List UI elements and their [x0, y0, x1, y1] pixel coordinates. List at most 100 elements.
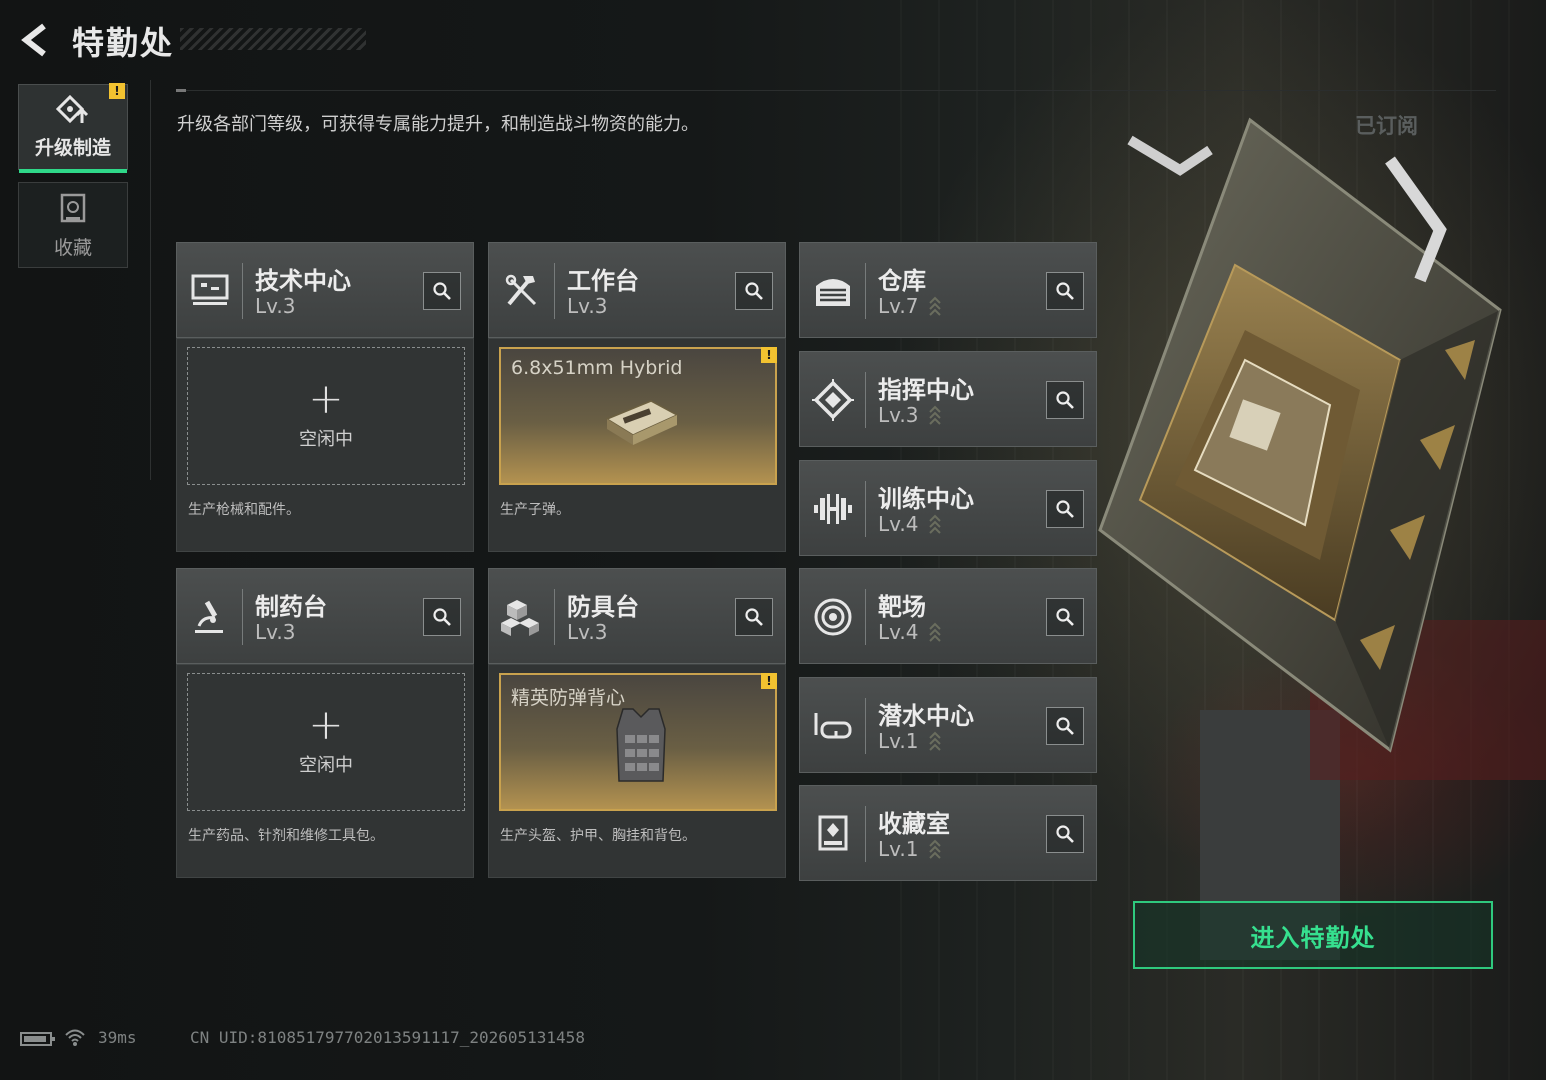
- sidebar-item-collection[interactable]: 收藏: [18, 182, 128, 268]
- separator: [865, 589, 866, 645]
- warning-badge: !: [761, 347, 777, 363]
- dept-name: 技术中心: [255, 267, 351, 295]
- separator: [242, 589, 243, 645]
- upgrade-available-icon: [929, 839, 941, 859]
- collection-icon: [60, 193, 86, 222]
- slot-workbench: 6.8x51mm Hybrid ! 生产子弹。: [488, 338, 786, 552]
- title-decoration: [180, 28, 366, 50]
- dept-shooting-range[interactable]: 靶场 Lv.4: [799, 568, 1097, 664]
- warning-badge: !: [109, 83, 125, 99]
- dept-warehouse[interactable]: 仓库 Lv.7: [799, 242, 1097, 338]
- search-icon: [745, 282, 763, 300]
- upgrade-available-icon: [929, 622, 941, 642]
- search-button[interactable]: [1046, 815, 1084, 853]
- dept-level: Lv.4: [878, 620, 919, 644]
- search-button[interactable]: [1046, 272, 1084, 310]
- search-button[interactable]: [1046, 381, 1084, 419]
- search-icon: [1056, 608, 1074, 626]
- dept-diving-center[interactable]: 潜水中心 Lv.1: [799, 677, 1097, 773]
- plus-icon: +: [308, 374, 344, 423]
- user-uid: CN UID:810851797702013591117_20260513145…: [190, 1028, 585, 1047]
- chip-icon: [812, 379, 854, 421]
- upgrade-available-icon: [929, 405, 941, 425]
- tools-icon: [505, 274, 537, 306]
- dept-name: 潜水中心: [878, 702, 974, 730]
- ammo-box-icon: [605, 400, 679, 445]
- search-button[interactable]: [423, 598, 461, 636]
- diving-mask-icon: [814, 713, 852, 739]
- dept-level: Lv.1: [878, 729, 919, 753]
- dept-armor[interactable]: 防具台 Lv.3: [488, 568, 786, 664]
- separator: [865, 806, 866, 862]
- search-button[interactable]: [423, 272, 461, 310]
- dept-command-center[interactable]: 指挥中心 Lv.3: [799, 351, 1097, 447]
- warning-badge: !: [761, 673, 777, 689]
- separator: [554, 589, 555, 645]
- dept-name: 仓库: [878, 267, 926, 295]
- idle-label: 空闲中: [299, 429, 353, 450]
- search-icon: [433, 608, 451, 626]
- production-item-card[interactable]: 精英防弹背心 !: [499, 673, 777, 811]
- enter-button-label: 进入特勤处: [1250, 923, 1376, 952]
- separator: [865, 263, 866, 319]
- monitor-icon: [191, 274, 229, 305]
- search-button[interactable]: [735, 598, 773, 636]
- dept-collection-room[interactable]: 收藏室 Lv.1: [799, 785, 1097, 881]
- collection-icon: [818, 815, 848, 851]
- idle-slot-button[interactable]: + 空闲中: [187, 347, 465, 485]
- dept-tech-center[interactable]: 技术中心 Lv.3: [176, 242, 474, 338]
- search-icon: [1056, 717, 1074, 735]
- dept-workbench[interactable]: 工作台 Lv.3: [488, 242, 786, 338]
- search-icon: [1056, 391, 1074, 409]
- search-icon: [745, 608, 763, 626]
- dept-level: Lv.1: [878, 837, 919, 861]
- ping-readout: 39ms: [98, 1028, 137, 1047]
- item-name: 6.8x51mm Hybrid: [511, 357, 683, 379]
- dept-name: 靶场: [878, 593, 926, 621]
- dept-name: 防具台: [567, 593, 639, 621]
- dept-level: Lv.3: [567, 294, 608, 318]
- sidebar-item-upgrade-craft[interactable]: ! 升级制造: [18, 83, 128, 173]
- back-arrow-icon[interactable]: [18, 22, 54, 58]
- search-button[interactable]: [1046, 490, 1084, 528]
- search-button[interactable]: [1046, 598, 1084, 636]
- target-icon: [814, 598, 852, 636]
- separator: [865, 372, 866, 428]
- subscribed-label: 已订阅: [1355, 114, 1418, 138]
- dept-level: Lv.3: [255, 620, 296, 644]
- dept-pharmacy[interactable]: 制药台 Lv.3: [176, 568, 474, 664]
- dept-name: 工作台: [567, 267, 639, 295]
- enter-special-ops-button[interactable]: 进入特勤处: [1133, 901, 1493, 969]
- sidebar-item-label: 收藏: [53, 236, 92, 259]
- dept-name: 指挥中心: [878, 376, 974, 404]
- upgrade-available-icon: [929, 296, 941, 316]
- idle-slot-button[interactable]: + 空闲中: [187, 673, 465, 811]
- dept-name: 训练中心: [878, 485, 974, 513]
- upgrade-icon: [56, 94, 89, 123]
- search-icon: [433, 282, 451, 300]
- search-button[interactable]: [735, 272, 773, 310]
- search-icon: [1056, 500, 1074, 518]
- boxes-icon: [501, 600, 539, 636]
- battery-icon: [20, 1032, 55, 1046]
- microscope-icon: [195, 600, 223, 633]
- slot-description: 生产枪械和配件。: [188, 502, 300, 518]
- search-icon: [1056, 825, 1074, 843]
- production-item-card[interactable]: 6.8x51mm Hybrid !: [499, 347, 777, 485]
- upgrade-available-icon: [929, 731, 941, 751]
- slot-armor: 精英防弹背心 ! 生产头盔、护甲、胸挂和背包。: [488, 664, 786, 878]
- dumbbell-icon: [814, 494, 852, 524]
- idle-label: 空闲中: [299, 755, 353, 776]
- search-button[interactable]: [1046, 707, 1084, 745]
- dept-level: Lv.3: [255, 294, 296, 318]
- slot-pharmacy: + 空闲中 生产药品、针剂和维修工具包。: [176, 664, 474, 878]
- dept-training-center[interactable]: 训练中心 Lv.4: [799, 460, 1097, 556]
- page-description: 升级各部门等级，可获得专属能力提升，和制造战斗物资的能力。: [177, 114, 699, 135]
- search-icon: [1056, 282, 1074, 300]
- separator: [242, 263, 243, 319]
- dept-name: 制药台: [255, 593, 327, 621]
- sidebar-divider: [150, 80, 151, 480]
- separator: [865, 481, 866, 537]
- upgrade-available-icon: [929, 514, 941, 534]
- dept-name: 收藏室: [878, 810, 950, 838]
